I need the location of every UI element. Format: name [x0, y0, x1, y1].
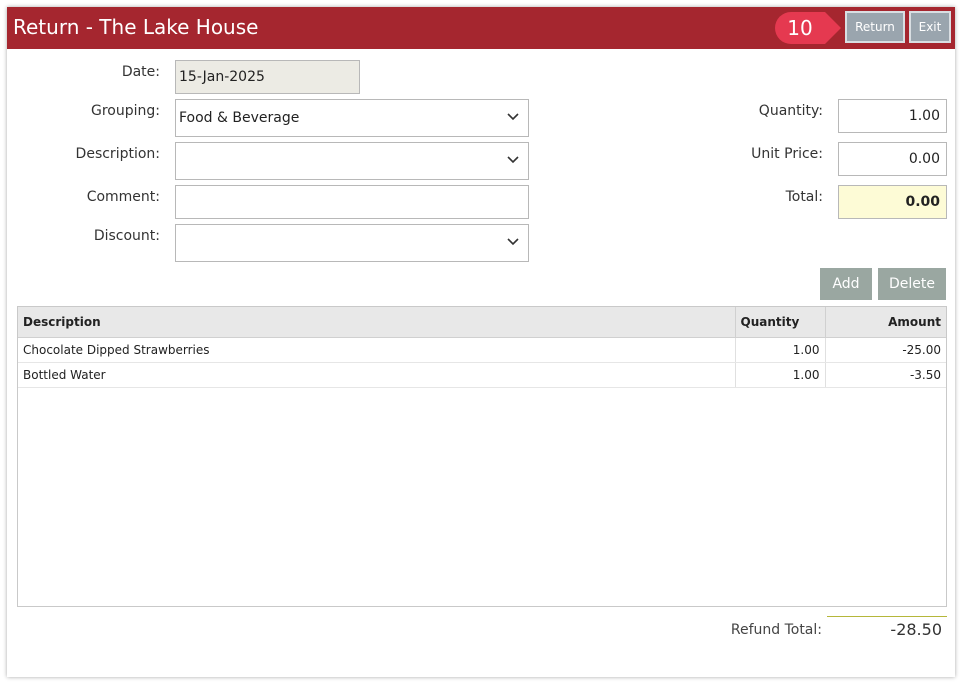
quantity-input[interactable]: 1.00: [838, 99, 947, 133]
column-header-description[interactable]: Description: [18, 307, 736, 338]
total-field: 0.00: [838, 185, 947, 219]
items-table: Description Quantity Amount Chocolate Di…: [17, 306, 947, 607]
row-amount: -3.50: [825, 362, 946, 388]
total-label: Total:: [785, 189, 823, 205]
return-button[interactable]: Return: [845, 11, 905, 43]
comment-label: Comment:: [86, 189, 160, 205]
chevron-down-icon: [506, 100, 520, 136]
table-row[interactable]: Chocolate Dipped Strawberries 1.00 -25.0…: [18, 337, 946, 363]
discount-label: Discount:: [93, 228, 160, 244]
row-quantity: 1.00: [735, 337, 826, 363]
quantity-label: Quantity:: [758, 103, 823, 119]
comment-input[interactable]: [175, 185, 529, 219]
date-field[interactable]: 15-Jan-2025: [175, 60, 360, 94]
description-label: Description:: [75, 146, 160, 162]
description-select[interactable]: [175, 142, 529, 180]
return-dialog: Return - The Lake House 10 Return Exit D…: [7, 7, 955, 677]
date-label: Date:: [121, 64, 160, 80]
step-number: 10: [787, 16, 813, 40]
unit-price-label: Unit Price:: [751, 146, 823, 162]
grouping-value: Food & Beverage: [179, 110, 300, 126]
title-bar: Return - The Lake House 10 Return Exit: [7, 7, 955, 49]
column-header-quantity[interactable]: Quantity: [735, 307, 826, 338]
delete-button[interactable]: Delete: [878, 268, 946, 300]
row-amount: -25.00: [825, 337, 946, 363]
column-header-amount[interactable]: Amount: [825, 307, 946, 338]
row-description: Bottled Water: [18, 362, 736, 388]
row-description: Chocolate Dipped Strawberries: [18, 337, 736, 363]
exit-button[interactable]: Exit: [909, 11, 951, 43]
table-row[interactable]: Bottled Water 1.00 -3.50: [18, 362, 946, 388]
unit-price-input[interactable]: 0.00: [838, 142, 947, 176]
add-button[interactable]: Add: [820, 268, 872, 300]
refund-total-value: -28.50: [890, 620, 942, 639]
grouping-select[interactable]: Food & Beverage: [175, 99, 529, 137]
step-badge: 10: [775, 12, 845, 44]
window-title: Return - The Lake House: [13, 15, 259, 39]
chevron-down-icon: [506, 225, 520, 261]
table-header-row: Description Quantity Amount: [18, 307, 946, 338]
grouping-label: Grouping:: [91, 103, 160, 119]
discount-select[interactable]: [175, 224, 529, 262]
chevron-down-icon: [506, 143, 520, 179]
row-quantity: 1.00: [735, 362, 826, 388]
refund-total-label: Refund Total:: [730, 622, 822, 638]
refund-divider: [827, 616, 947, 617]
